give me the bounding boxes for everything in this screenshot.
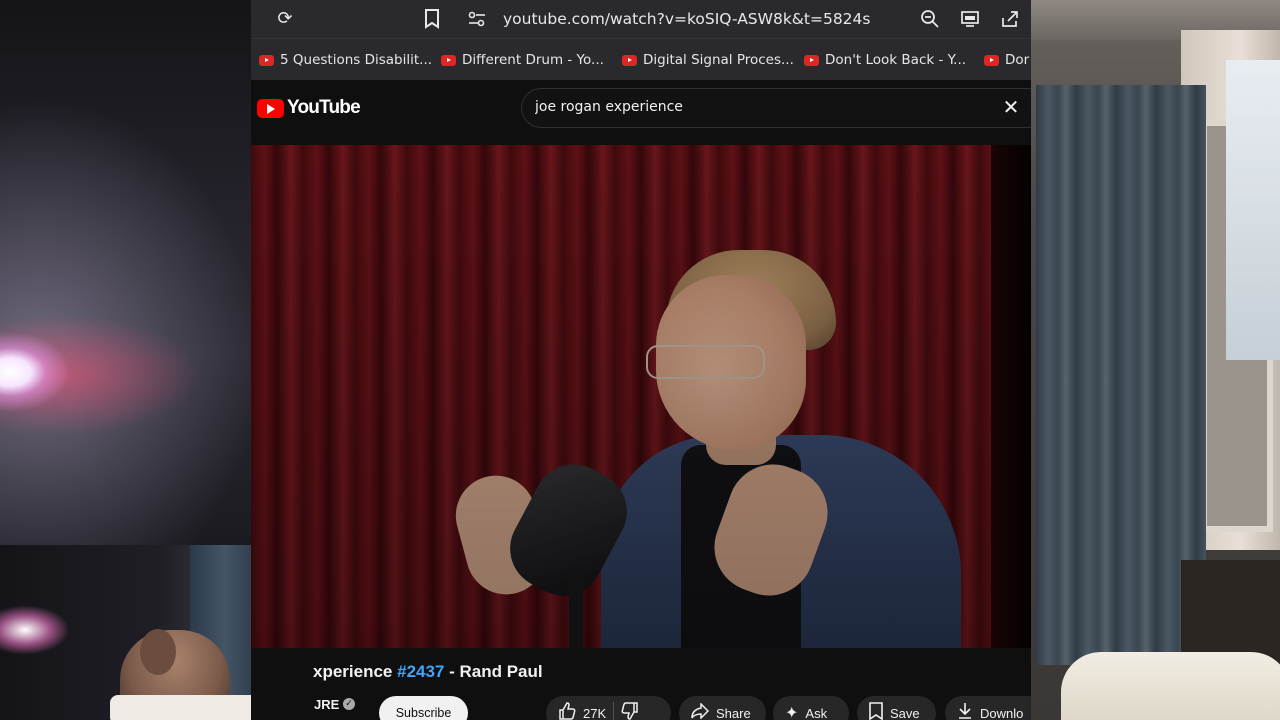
cast-icon[interactable] [957, 6, 983, 32]
bookmark-item[interactable]: 5 Questions Disabilit... [259, 49, 432, 71]
bookmarks-bar: 5 Questions Disabilit... Different Drum … [251, 38, 1031, 81]
youtube-wordmark: YouTube [287, 97, 361, 118]
like-dislike-group: 27K [546, 696, 671, 720]
youtube-favicon-icon [259, 54, 274, 66]
share-icon[interactable] [997, 6, 1023, 32]
bookmark-label: Dor [1005, 52, 1030, 68]
lamp-glare [0, 605, 70, 655]
webcam-feed-left [0, 0, 251, 545]
share-label: Share [716, 705, 751, 720]
bookmark-item[interactable]: Different Drum - Yo... [441, 49, 604, 71]
site-info-icon[interactable] [464, 6, 490, 32]
download-label: Downlo [980, 705, 1024, 720]
divider [613, 702, 615, 720]
ask-button[interactable]: ✦ Ask [773, 696, 849, 720]
browser-window: ⟳ youtube.com/watch?v=koSIQ-ASW8k&t=5824… [251, 0, 1031, 720]
sparkle-icon: ✦ [785, 705, 799, 720]
hanging-shirt [1226, 60, 1280, 360]
bookmark-item[interactable]: Digital Signal Proces... [622, 49, 794, 71]
bedsheet [110, 695, 260, 720]
like-count[interactable]: 27K [583, 706, 606, 720]
video-title-suffix: - Rand Paul [444, 662, 543, 681]
video-edge [991, 145, 1031, 648]
person-head [140, 629, 176, 675]
ask-label: Ask [805, 705, 828, 720]
search-input[interactable] [535, 97, 955, 117]
zoom-icon[interactable] [917, 6, 943, 32]
reload-icon[interactable]: ⟳ [272, 6, 298, 32]
youtube-favicon-icon [804, 54, 819, 66]
thumbs-up-icon[interactable] [558, 701, 576, 720]
youtube-favicon-icon [984, 54, 999, 66]
bookmark-item[interactable]: Don't Look Back - Y... [804, 49, 966, 71]
clear-search-icon[interactable]: ✕ [999, 95, 1023, 119]
bookmark-icon[interactable] [419, 6, 445, 32]
download-button[interactable]: Downlo [945, 696, 1031, 720]
youtube-logo[interactable]: YouTube [257, 97, 361, 119]
webcam-feed-right [1031, 0, 1280, 720]
browser-toolbar: ⟳ youtube.com/watch?v=koSIQ-ASW8k&t=5824… [251, 0, 1031, 38]
youtube-favicon-icon [441, 54, 456, 66]
subscribe-button[interactable]: Subscribe [379, 696, 468, 720]
video-player[interactable] [251, 145, 1031, 648]
video-title-prefix: xperience [313, 662, 398, 681]
youtube-play-icon [257, 98, 284, 118]
youtube-favicon-icon [622, 54, 637, 66]
save-button[interactable]: Save [857, 696, 936, 720]
bookmark-item[interactable]: Dor [984, 49, 1029, 71]
channel-name[interactable]: JRE [314, 697, 339, 712]
video-shade [251, 145, 1031, 648]
save-label: Save [890, 705, 920, 720]
bookmark-label: Different Drum - Yo... [462, 52, 604, 68]
episode-hashtag[interactable]: #2437 [397, 662, 444, 681]
verified-icon: ✓ [343, 698, 355, 710]
share-arrow-icon [691, 701, 710, 720]
bookmark-label: Don't Look Back - Y... [825, 52, 967, 68]
download-icon [957, 702, 973, 720]
video-title: xperience #2437 - Rand Paul [313, 662, 543, 682]
bookmark-label: 5 Questions Disabilit... [280, 52, 433, 68]
share-button[interactable]: Share [679, 696, 766, 720]
save-bookmark-icon [869, 701, 883, 720]
thumbs-down-icon[interactable] [621, 701, 639, 720]
bookmark-label: Digital Signal Proces... [643, 52, 794, 68]
mug [1061, 652, 1280, 720]
address-bar[interactable]: youtube.com/watch?v=koSIQ-ASW8k&t=5824s [503, 7, 870, 31]
